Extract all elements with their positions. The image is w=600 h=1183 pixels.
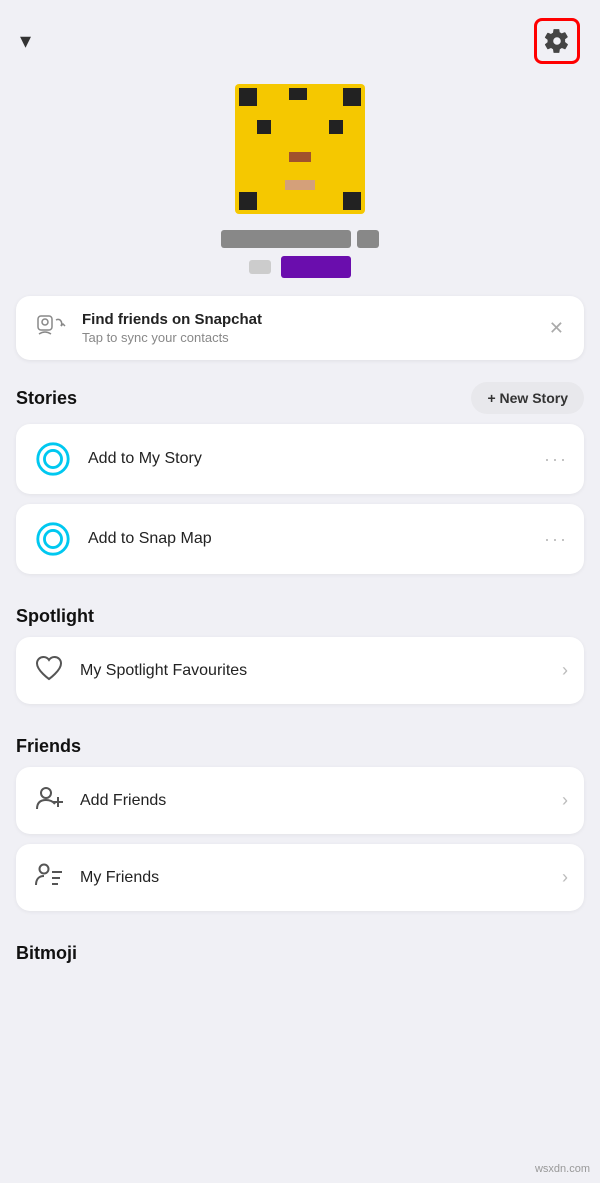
find-friends-close-button[interactable]: ✕ bbox=[545, 314, 568, 343]
find-friends-subtitle: Tap to sync your contacts bbox=[82, 330, 531, 345]
bitmoji-title: Bitmoji bbox=[16, 943, 77, 963]
user-info bbox=[0, 230, 600, 278]
gear-icon bbox=[544, 28, 570, 54]
add-friends-label: Add Friends bbox=[80, 792, 548, 810]
spotlight-title: Spotlight bbox=[16, 606, 94, 627]
add-friends-icon bbox=[32, 781, 66, 820]
add-friends-item[interactable]: Add Friends › bbox=[16, 767, 584, 834]
find-friends-title: Find friends on Snapchat bbox=[82, 311, 531, 328]
snap-map-menu-button[interactable]: ··· bbox=[544, 529, 568, 550]
my-friends-label: My Friends bbox=[80, 869, 548, 887]
username-extra-bar bbox=[357, 230, 379, 248]
my-friends-chevron-icon: › bbox=[562, 867, 568, 888]
add-to-my-story-item[interactable]: Add to My Story ··· bbox=[16, 424, 584, 494]
snap-map-icon bbox=[32, 518, 74, 560]
avatar-section bbox=[0, 74, 600, 214]
sub-info-row bbox=[249, 256, 351, 278]
stories-title: Stories bbox=[16, 388, 77, 409]
my-friends-icon bbox=[32, 858, 66, 897]
my-story-label: Add to My Story bbox=[88, 450, 530, 468]
chevron-down-icon[interactable]: ▾ bbox=[20, 28, 31, 54]
friends-title: Friends bbox=[16, 736, 81, 757]
add-friends-chevron-icon: › bbox=[562, 790, 568, 811]
person-sync-icon bbox=[34, 312, 66, 344]
friends-section-header: Friends bbox=[0, 714, 600, 767]
stories-section-header: Stories + New Story bbox=[0, 360, 600, 424]
new-story-button[interactable]: + New Story bbox=[471, 382, 584, 414]
add-to-snap-map-item[interactable]: Add to Snap Map ··· bbox=[16, 504, 584, 574]
spotlight-favourites-item[interactable]: My Spotlight Favourites › bbox=[16, 637, 584, 704]
find-friends-banner[interactable]: Find friends on Snapchat Tap to sync you… bbox=[16, 296, 584, 360]
my-story-icon bbox=[32, 438, 74, 480]
avatar[interactable] bbox=[235, 84, 365, 214]
heart-icon bbox=[32, 651, 66, 690]
find-friends-icon bbox=[32, 310, 68, 346]
my-friends-item[interactable]: My Friends › bbox=[16, 844, 584, 911]
my-story-menu-button[interactable]: ··· bbox=[544, 449, 568, 470]
spotlight-chevron-icon: › bbox=[562, 660, 568, 681]
find-friends-text: Find friends on Snapchat Tap to sync you… bbox=[82, 311, 531, 345]
bitmoji-section-header: Bitmoji bbox=[0, 921, 600, 974]
username-bar bbox=[221, 230, 351, 248]
spotlight-section-header: Spotlight bbox=[0, 584, 600, 637]
watermark: wsxdn.com bbox=[535, 1163, 590, 1175]
sub-bar-left bbox=[249, 260, 271, 274]
snap-map-label: Add to Snap Map bbox=[88, 530, 530, 548]
spotlight-favourites-label: My Spotlight Favourites bbox=[80, 662, 548, 680]
top-bar: ▾ bbox=[0, 0, 600, 74]
sub-bar-right bbox=[281, 256, 351, 278]
username-row bbox=[221, 230, 379, 248]
settings-button[interactable] bbox=[534, 18, 580, 64]
